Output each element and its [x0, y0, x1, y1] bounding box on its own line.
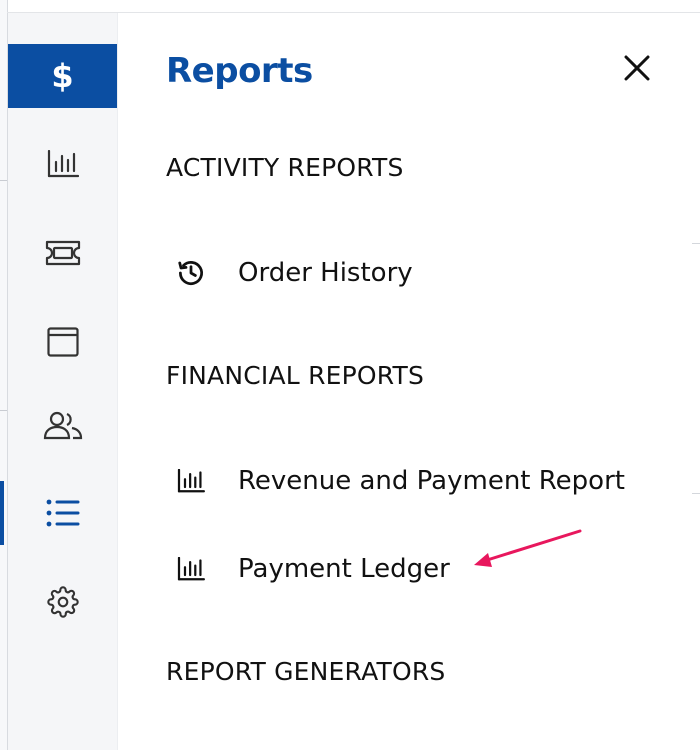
- rail-item-billing[interactable]: $: [8, 44, 117, 108]
- close-icon: [624, 55, 650, 81]
- background-app-left-edge: [0, 0, 8, 750]
- section-header-financial-reports: FINANCIAL REPORTS: [166, 361, 425, 390]
- menu-item-revenue-and-payment-report[interactable]: Revenue and Payment Report: [176, 456, 625, 506]
- background-divider: [692, 243, 700, 244]
- rail-item-settings[interactable]: [8, 570, 117, 634]
- rail-item-pages[interactable]: [8, 310, 117, 374]
- icon-rail: $: [0, 13, 118, 750]
- menu-item-label: Payment Ledger: [238, 554, 450, 584]
- annotation-arrow-icon: [474, 529, 582, 567]
- menu-item-label: Order History: [238, 258, 413, 288]
- background-app-right-edge: [690, 0, 700, 750]
- bar-chart-icon: [176, 551, 212, 587]
- rail-selected-indicator: [0, 481, 4, 545]
- dollar-icon: $: [51, 57, 74, 95]
- window-icon: [46, 327, 79, 357]
- background-divider: [692, 493, 700, 494]
- section-header-report-generators: REPORT GENERATORS: [166, 657, 446, 686]
- background-divider: [0, 180, 7, 181]
- users-icon: [43, 411, 82, 440]
- screen: $ Reports ACTIVITY REPORTS Order History…: [0, 0, 700, 750]
- gear-icon: [46, 586, 79, 618]
- reports-drawer: Reports ACTIVITY REPORTS Order History F…: [118, 13, 690, 750]
- menu-item-label: Revenue and Payment Report: [238, 466, 625, 496]
- list-icon: [46, 499, 79, 527]
- history-icon: [176, 255, 212, 291]
- close-button[interactable]: [618, 49, 656, 87]
- drawer-title: Reports: [166, 51, 313, 91]
- rail-item-reports[interactable]: [8, 481, 117, 545]
- background-divider: [0, 410, 7, 411]
- menu-item-order-history[interactable]: Order History: [176, 248, 413, 298]
- rail-item-analytics[interactable]: [8, 132, 117, 196]
- bar-chart-icon: [176, 463, 212, 499]
- section-header-activity-reports: ACTIVITY REPORTS: [166, 153, 404, 182]
- rail-item-users[interactable]: [8, 393, 117, 457]
- bar-chart-icon: [47, 150, 79, 178]
- rail-item-tickets[interactable]: [8, 221, 117, 285]
- ticket-icon: [45, 240, 80, 266]
- menu-item-payment-ledger[interactable]: Payment Ledger: [176, 544, 450, 594]
